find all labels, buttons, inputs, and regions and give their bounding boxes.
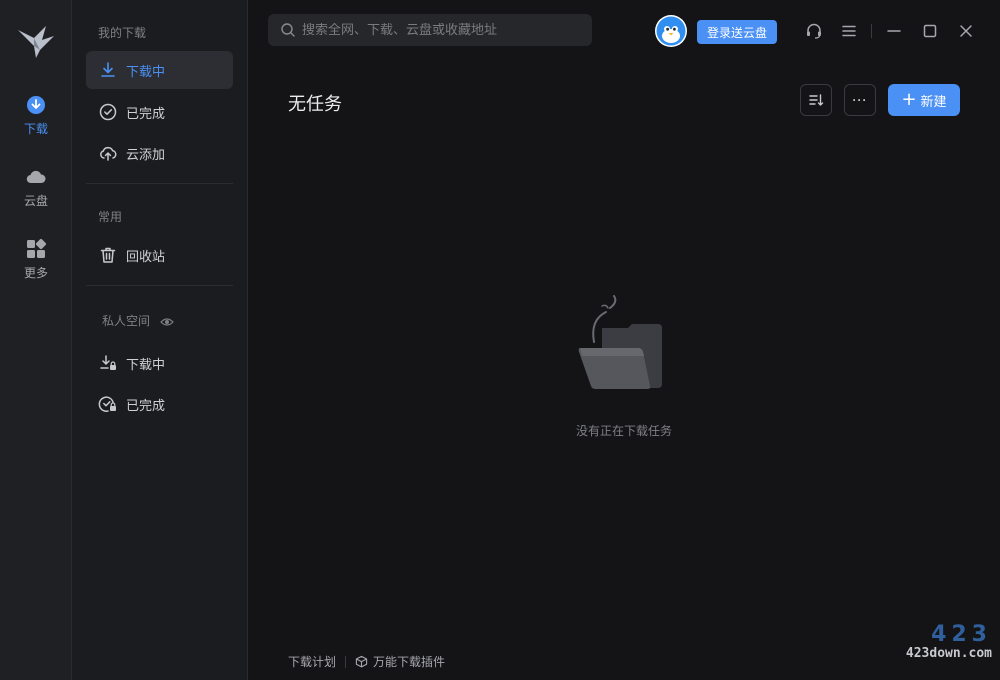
rail-item-cloud[interactable]: 云盘 — [0, 166, 72, 222]
cube-icon — [355, 655, 368, 668]
close-icon[interactable] — [957, 22, 975, 40]
watermark-site: 423down.com — [905, 646, 992, 661]
new-task-button[interactable]: + 新建 — [888, 84, 960, 116]
site-watermark: 423 423down.com — [892, 622, 992, 668]
new-task-label: 新建 — [920, 94, 947, 110]
minimize-icon[interactable] — [885, 22, 903, 40]
sidebar-item-completed[interactable]: 已完成 — [86, 93, 233, 131]
sidebar-item-cloud-add[interactable]: 云添加 — [86, 134, 233, 172]
apps-grid-icon — [27, 238, 47, 258]
section-title-label: 私人空间 — [102, 314, 151, 328]
section-title-common: 常用 — [98, 210, 123, 224]
download-plan-link[interactable]: 下载计划 — [288, 653, 336, 670]
universal-plugin-link[interactable]: 万能下载插件 — [355, 653, 445, 670]
sidebar-item-label: 下载中 — [126, 357, 166, 373]
rail-item-more[interactable]: 更多 — [0, 238, 72, 294]
sidebar-item-recycle-bin[interactable]: 回收站 — [86, 236, 233, 274]
plus-icon: + — [901, 89, 917, 110]
maximize-icon[interactable] — [921, 22, 939, 40]
download-lock-icon — [100, 355, 116, 370]
left-rail: 下载 云盘 更多 — [0, 0, 72, 680]
search-input[interactable] — [302, 22, 582, 38]
eye-icon[interactable] — [159, 315, 174, 329]
rail-item-download[interactable]: 下载 — [0, 94, 72, 150]
footer-bar: 下载计划 万能下载插件 — [288, 653, 445, 670]
watermark-number: 423 — [931, 622, 992, 647]
sidebar-item-label: 已完成 — [126, 398, 166, 414]
download-circle-icon — [27, 96, 45, 114]
sort-button[interactable] — [800, 84, 832, 116]
rail-label: 云盘 — [23, 194, 48, 208]
page-title: 无任务 — [288, 94, 342, 115]
sidebar-item-label: 云添加 — [126, 147, 166, 163]
login-get-cloud-button[interactable]: 登录送云盘 — [697, 20, 777, 44]
universal-plugin-label: 万能下载插件 — [373, 655, 446, 669]
search-icon — [281, 23, 295, 37]
search-bar[interactable] — [268, 14, 592, 46]
divider — [86, 285, 233, 286]
sidebar-item-private-completed[interactable]: 已完成 — [86, 385, 233, 423]
sidebar-item-label: 下载中 — [126, 64, 166, 80]
toolbar-divider — [871, 24, 872, 38]
sidebar-item-downloading[interactable]: 下载中 — [86, 51, 233, 89]
empty-folder-illustration — [578, 295, 662, 389]
footer-divider — [345, 655, 347, 668]
sidebar-item-label: 回收站 — [126, 249, 166, 265]
avatar[interactable] — [655, 15, 687, 47]
download-arrow-icon — [101, 62, 115, 77]
menu-icon[interactable] — [840, 22, 858, 40]
section-title-private-space: 私人空间 — [102, 312, 174, 329]
check-circle-icon — [99, 103, 117, 121]
headset-support-icon[interactable] — [805, 22, 823, 40]
empty-state-text: 没有正在下载任务 — [575, 424, 672, 438]
check-lock-icon — [98, 396, 116, 412]
sidebar-item-label: 已完成 — [126, 106, 166, 122]
section-title-my-downloads: 我的下载 — [98, 26, 147, 40]
divider — [86, 183, 233, 184]
sort-icon — [809, 94, 824, 106]
cloud-icon — [26, 170, 46, 184]
app-logo-bird-icon — [18, 26, 54, 58]
cloud-upload-icon — [100, 146, 117, 161]
more-options-button[interactable]: ··· — [844, 84, 876, 116]
sidebar-item-private-downloading[interactable]: 下载中 — [86, 344, 233, 382]
rail-label: 下载 — [23, 122, 48, 136]
rail-label: 更多 — [23, 266, 48, 280]
sidebar: 我的下载 下载中 已完成 云添加 常用 回收站 私人空间 下载中 已完成 — [72, 0, 248, 680]
trash-icon — [100, 247, 116, 263]
